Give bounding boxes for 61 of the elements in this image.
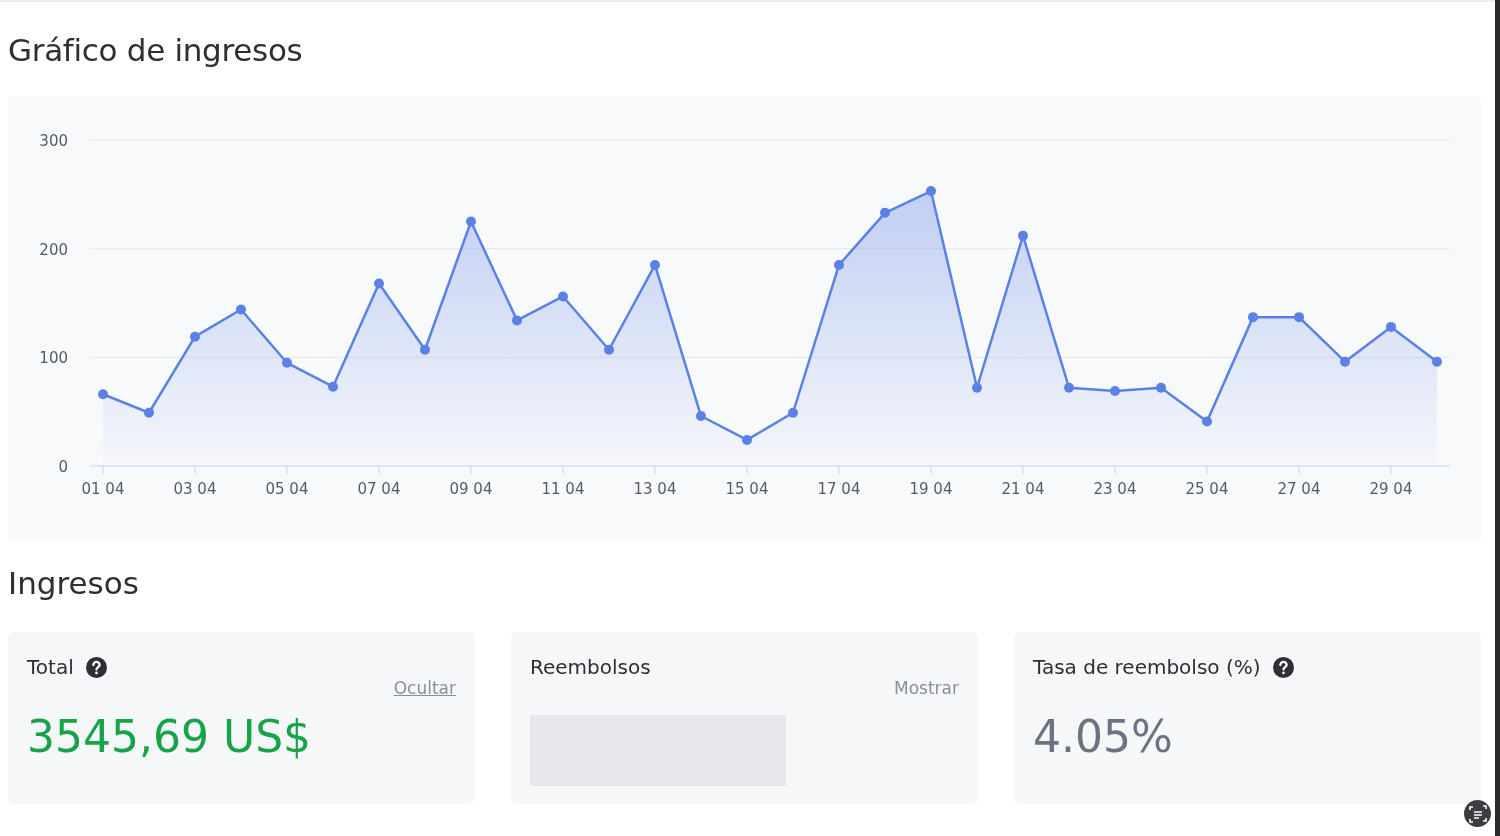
data-point (926, 186, 936, 197)
card-label: Total (27, 655, 74, 679)
toggle-link[interactable]: Mostrar (894, 678, 959, 698)
y-tick-label: 0 (58, 458, 68, 476)
y-tick-label: 100 (39, 349, 68, 368)
data-point (1386, 321, 1396, 332)
x-tick-label: 11 04 (541, 480, 585, 498)
x-tick-label: 15 04 (725, 480, 769, 498)
toggle-link[interactable]: Ocultar (393, 678, 456, 698)
data-point (1294, 312, 1304, 323)
data-point (1064, 382, 1074, 393)
x-tick-label: 03 04 (173, 480, 217, 498)
y-tick-label: 200 (39, 240, 68, 259)
data-point (1202, 416, 1212, 427)
x-tick-label: 17 04 (817, 480, 861, 498)
x-tick-label: 09 04 (449, 480, 493, 498)
x-tick-label: 19 04 (909, 480, 953, 498)
data-point (374, 278, 384, 289)
x-tick-label: 25 04 (1185, 480, 1229, 498)
data-point (834, 259, 844, 270)
data-point (1340, 356, 1350, 367)
data-point (512, 315, 522, 326)
x-tick-label: 01 04 (81, 480, 125, 498)
data-point (190, 331, 200, 342)
data-point (1248, 312, 1258, 323)
data-point (328, 381, 338, 392)
x-tick-label: 27 04 (1277, 480, 1321, 498)
y-tick-label: 300 (39, 132, 68, 150)
data-point (558, 291, 568, 302)
data-point (420, 344, 430, 355)
help-icon[interactable] (1272, 656, 1294, 678)
data-point (236, 304, 246, 315)
x-tick-label: 21 04 (1001, 480, 1045, 498)
data-point (98, 389, 108, 400)
x-tick-label: 29 04 (1369, 480, 1413, 498)
stat-value: 3545,69 US$ (27, 710, 313, 764)
x-tick-label: 05 04 (265, 480, 309, 498)
data-point (1110, 386, 1120, 396)
data-point (972, 382, 982, 393)
stat-value: 4.05% (1033, 710, 1174, 764)
data-point (604, 344, 614, 355)
x-tick-label: 07 04 (357, 480, 401, 498)
data-point (880, 207, 890, 218)
data-point (1156, 382, 1166, 393)
card-label: Reembolsos (530, 655, 651, 679)
data-point (1018, 230, 1028, 241)
section-title: Gráfico de ingresos (8, 31, 304, 70)
scan-button[interactable] (1464, 800, 1491, 827)
help-icon[interactable] (85, 656, 107, 678)
data-point (650, 259, 660, 270)
data-point (466, 216, 476, 227)
card-label: Tasa de reembolso (%) (1033, 655, 1261, 679)
x-tick-label: 23 04 (1093, 480, 1137, 498)
data-point (1432, 356, 1442, 367)
section-title: Ingresos (8, 564, 140, 603)
data-point (282, 357, 292, 368)
data-point (696, 411, 706, 421)
x-tick-label: 13 04 (633, 480, 677, 498)
data-point (788, 407, 798, 418)
data-point (742, 434, 752, 445)
data-point (144, 407, 154, 418)
